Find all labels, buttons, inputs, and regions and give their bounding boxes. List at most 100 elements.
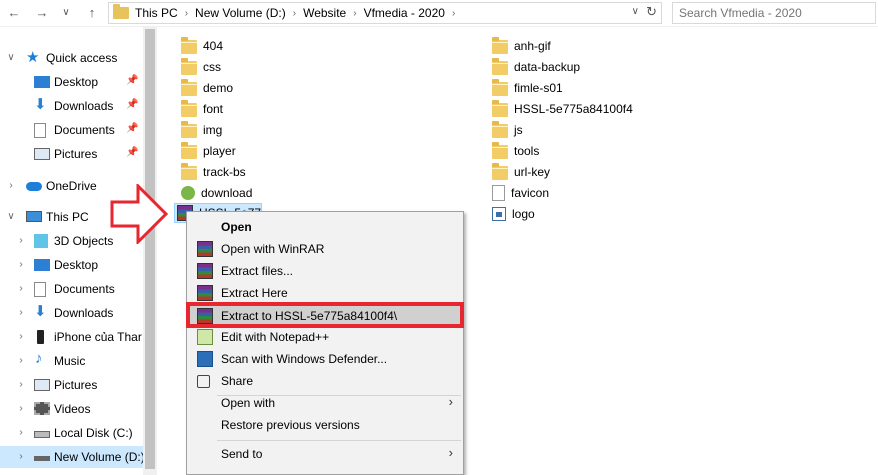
list-item[interactable]: download [181,183,252,203]
chevron-right-icon[interactable]: › [16,427,26,438]
chevron-right-icon[interactable]: › [16,307,26,318]
nav-pc-local-disk[interactable]: › Local Disk (C:) [0,422,143,444]
list-item[interactable]: url-key [492,162,550,182]
recent-locations-chevron-icon[interactable]: ∨ [56,4,76,22]
chevron-right-icon[interactable]: › [16,259,26,270]
menu-item-open-with[interactable]: Open with › [187,392,463,414]
menu-item-extract-files[interactable]: Extract files... [187,260,463,282]
menu-item-label: Open [221,220,252,234]
file-name: demo [203,81,234,95]
pin-icon[interactable]: 📌 [126,75,138,86]
nav-label: Pictures [54,147,98,161]
nav-pc-downloads[interactable]: › ⬇ Downloads [0,302,143,324]
search-box[interactable] [672,2,876,24]
chevron-right-icon[interactable]: › [16,331,26,342]
file-name: HSSL-5e775a84100f4 [514,102,633,116]
menu-item-share[interactable]: Share [187,370,463,392]
chevron-right-icon[interactable]: › [16,355,26,366]
list-item[interactable]: img [181,120,222,140]
refresh-icon[interactable]: ↻ [646,4,657,20]
list-item[interactable]: css [181,57,221,77]
list-item[interactable]: tools [492,141,539,161]
menu-item-open-with-winrar[interactable]: Open with WinRAR [187,238,463,260]
pictures-icon [34,148,50,160]
pin-icon[interactable]: 📌 [126,123,138,134]
nav-quick-access[interactable]: ∨ ★ Quick access [0,47,143,69]
menu-item-send-to[interactable]: Send to › [187,443,463,465]
pin-icon[interactable]: 📌 [126,99,138,110]
folder-icon [492,37,508,54]
address-box[interactable]: This PC › New Volume (D:) › Website › Vf… [108,2,662,24]
list-item[interactable]: 404 [181,36,223,56]
list-item[interactable]: logo [492,204,535,224]
nav-pc-videos[interactable]: › Videos [0,398,143,420]
winrar-icon [197,285,213,301]
nav-label: Documents [54,123,115,137]
chevron-right-icon[interactable]: › [16,283,26,294]
menu-separator [217,440,461,441]
chevron-right-icon[interactable]: › [16,235,26,246]
back-arrow-icon[interactable]: ← [4,4,24,22]
breadcrumb-separator-icon[interactable]: › [353,8,356,19]
menu-item-extract-here[interactable]: Extract Here [187,282,463,304]
breadcrumb-separator-icon[interactable]: › [185,8,188,19]
breadcrumb-website[interactable]: Website [303,6,346,20]
chevron-right-icon[interactable]: › [6,180,16,191]
folder-icon [181,37,197,54]
breadcrumb-separator-icon[interactable]: › [293,8,296,19]
nav-qa-pictures[interactable]: Pictures 📌 [0,143,143,165]
list-item[interactable]: anh-gif [492,36,551,56]
nav-pc-new-volume[interactable]: › New Volume (D:) [0,446,143,468]
menu-item-edit-notepadpp[interactable]: Edit with Notepad++ [187,326,463,348]
menu-item-open[interactable]: Open [187,216,463,238]
list-item[interactable]: track-bs [181,162,246,182]
nav-pc-iphone[interactable]: › iPhone của Thar [0,326,143,348]
submenu-arrow-icon: › [448,394,453,409]
scrollbar-thumb[interactable] [145,29,155,469]
list-item[interactable]: demo [181,78,233,98]
navigation-scrollbar[interactable] [143,27,157,475]
file-name: css [203,60,221,74]
pin-icon[interactable]: 📌 [126,147,138,158]
nav-pc-documents[interactable]: › Documents [0,278,143,300]
address-dropdown-icon[interactable]: ∨ [632,6,639,17]
nav-label: Documents [54,282,115,296]
nav-pc-music[interactable]: › ♪ Music [0,350,143,372]
menu-item-restore-previous[interactable]: Restore previous versions [187,414,463,436]
search-input[interactable] [679,5,869,21]
list-item[interactable]: js [492,120,523,140]
menu-item-scan-defender[interactable]: Scan with Windows Defender... [187,348,463,370]
folder-icon [492,163,508,180]
winrar-icon [197,241,213,257]
nav-pc-pictures[interactable]: › Pictures [0,374,143,396]
nav-qa-documents[interactable]: Documents 📌 [0,119,143,141]
breadcrumb-separator-icon[interactable]: › [452,8,455,19]
chevron-down-icon[interactable]: ∨ [6,211,16,222]
breadcrumb-vfmedia[interactable]: Vfmedia - 2020 [364,6,445,20]
chevron-right-icon[interactable]: › [16,403,26,414]
list-item[interactable]: favicon [492,183,549,203]
folder-icon [181,142,197,159]
chevron-right-icon[interactable]: › [16,451,26,462]
nav-label: iPhone của Thar [54,330,142,344]
cube-icon [34,234,48,248]
breadcrumb-new-volume[interactable]: New Volume (D:) [195,6,286,20]
up-arrow-icon[interactable]: ↑ [82,4,102,22]
share-icon [197,375,210,388]
chevron-right-icon[interactable]: › [16,379,26,390]
nav-qa-downloads[interactable]: ⬇ Downloads 📌 [0,95,143,117]
nav-pc-desktop[interactable]: › Desktop [0,254,143,276]
breadcrumb-this-pc[interactable]: This PC [135,6,178,20]
nav-label: OneDrive [46,179,97,193]
list-item[interactable]: player [181,141,236,161]
list-item[interactable]: HSSL-5e775a84100f4 [492,99,633,119]
nav-label: Pictures [54,378,98,392]
chevron-down-icon[interactable]: ∨ [6,52,16,63]
list-item[interactable]: data-backup [492,57,580,77]
folder-icon [492,142,508,159]
forward-arrow-icon[interactable]: → [32,4,52,22]
nav-qa-desktop[interactable]: Desktop 📌 [0,71,143,93]
file-name: tools [514,144,540,158]
list-item[interactable]: font [181,99,223,119]
list-item[interactable]: fimle-s01 [492,78,563,98]
